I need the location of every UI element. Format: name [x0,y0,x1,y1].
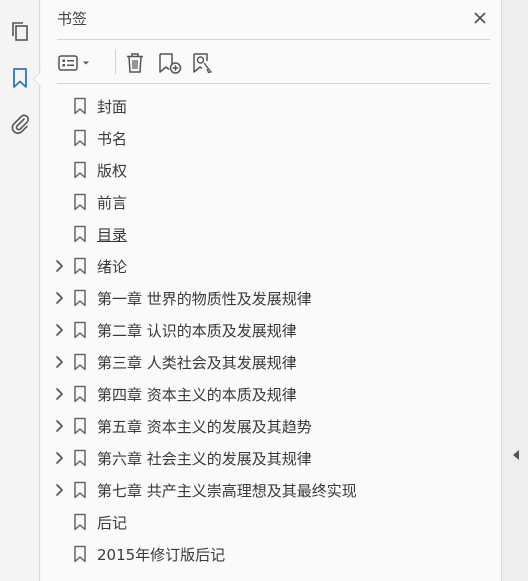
navigation-rail [0,0,41,581]
chevron-right-icon[interactable] [53,450,65,466]
bookmark-item[interactable]: 绪论 [41,250,501,282]
toolbar-divider [115,50,116,74]
bookmark-label: 第三章 人类社会及其发展规律 [97,354,297,372]
chevron-right-icon[interactable] [53,258,65,274]
new-bookmark-icon[interactable] [157,48,183,78]
chevron-right-icon[interactable] [53,354,65,370]
bookmark-tree: 封面书名版权前言目录绪论第一章 世界的物质性及发展规律 第二章 认识的本质及发展规… [41,90,501,570]
bookmark-icon [73,449,87,467]
bookmark-label: 第二章 认识的本质及发展规律 [97,322,297,340]
chevron-right-icon[interactable] [53,386,65,402]
bookmark-icon [73,97,87,115]
chevron-right-icon[interactable] [53,418,65,434]
bookmark-item[interactable]: 2015年修订版后记 [41,538,501,570]
bookmark-icon [73,385,87,403]
bookmark-item[interactable]: 封面 [41,90,501,122]
bookmark-icon [73,513,87,531]
bookmark-label: 书名 [97,130,128,148]
bookmark-find-icon[interactable] [191,48,217,78]
bookmark-label: 2015年修订版后记 [97,546,226,564]
bookmark-icon [73,417,87,435]
bookmark-label: 第五章 资本主义的发展及其趋势 [97,418,312,436]
bookmark-icon [73,545,87,563]
chevron-right-icon[interactable] [53,290,65,306]
bookmark-item[interactable]: 书名 [41,122,501,154]
bookmark-item[interactable]: 第七章 共产主义崇高理想及其最终实现 [41,474,501,506]
collapse-panel-icon[interactable] [510,446,522,464]
bookmark-item[interactable]: 前言 [41,186,501,218]
bookmark-item[interactable]: 第四章 资本主义的本质及规律 [41,378,501,410]
bookmark-icon [73,481,87,499]
attachment-icon[interactable] [6,110,34,138]
panel-splitter[interactable] [501,0,528,581]
bookmark-label: 第七章 共产主义崇高理想及其最终实现 [97,482,357,500]
bookmark-label: 第一章 世界的物质性及发展规律 [97,290,312,308]
panel-title: 书签 [57,10,88,28]
bookmark-label: 封面 [97,98,128,116]
bookmark-icon [73,257,87,275]
bookmark-item[interactable]: 版权 [41,154,501,186]
bookmark-item[interactable]: 目录 [41,218,501,250]
bookmark-label: 后记 [97,514,128,532]
panel-header: 书签 [57,0,490,40]
bookmark-label: 绪论 [97,258,128,276]
bookmarks-panel: 书签 封面 书名 版权 前言 目录 绪论 第一章 世界的物质性及发展规律 第二章… [41,0,501,581]
bookmark-item[interactable]: 后记 [41,506,501,538]
bookmark-icon [73,193,87,211]
bookmark-item[interactable]: 第五章 资本主义的发展及其趋势 [41,410,501,442]
bookmarks-toolbar [57,44,490,84]
options-menu-icon[interactable] [57,48,95,78]
bookmark-item[interactable]: 第六章 社会主义的发展及其规律 [41,442,501,474]
bookmark-item[interactable]: 第二章 认识的本质及发展规律 [41,314,501,346]
bookmark-item[interactable]: 第一章 世界的物质性及发展规律 [41,282,501,314]
delete-icon[interactable] [123,48,147,78]
pages-icon[interactable] [6,18,34,46]
bookmark-icon [73,161,87,179]
bookmark-item[interactable]: 第三章 人类社会及其发展规律 [41,346,501,378]
bookmark-icon [73,129,87,147]
bookmark-icon [73,353,87,371]
chevron-right-icon[interactable] [53,322,65,338]
bookmark-icon [73,321,87,339]
bookmark-icon [73,225,87,243]
bookmark-icon[interactable] [6,64,34,92]
bookmark-label: 第六章 社会主义的发展及其规律 [97,450,312,468]
chevron-right-icon[interactable] [53,482,65,498]
bookmark-label: 版权 [97,162,128,180]
bookmark-label: 目录 [97,226,128,244]
bookmark-label: 前言 [97,194,128,212]
bookmark-label: 第四章 资本主义的本质及规律 [97,386,297,404]
bookmark-icon [73,289,87,307]
close-icon[interactable] [470,8,490,28]
active-pointer [33,71,41,87]
